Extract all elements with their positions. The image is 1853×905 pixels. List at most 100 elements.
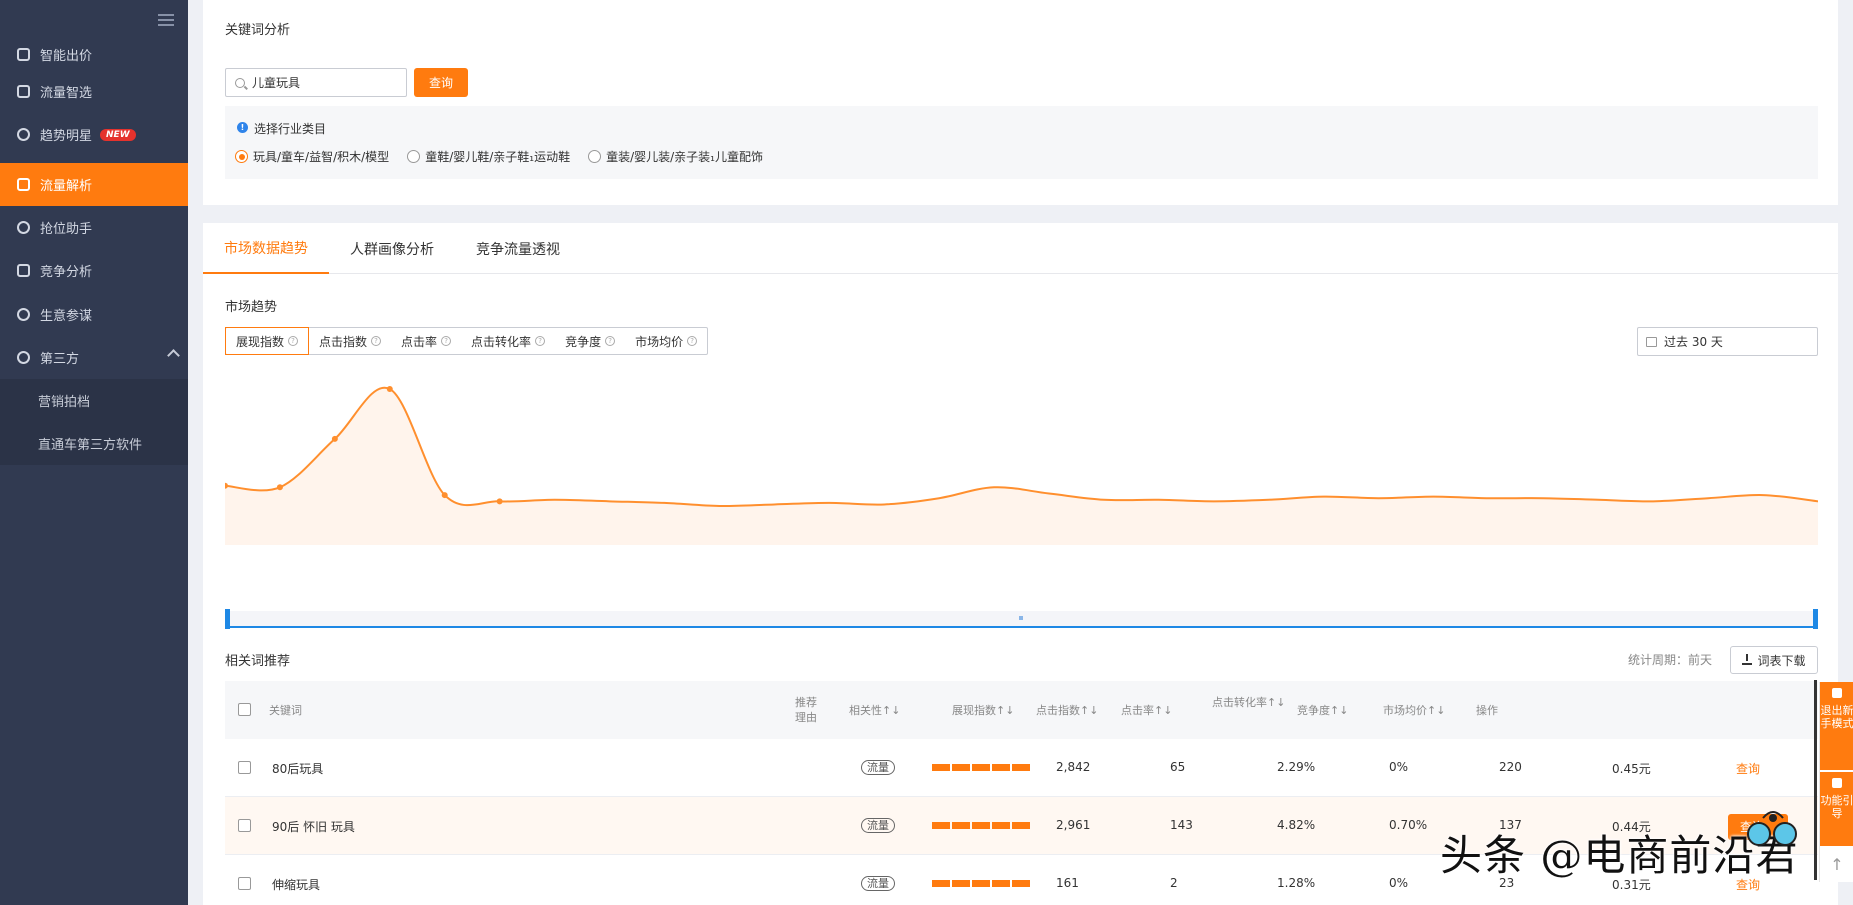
col-relevance[interactable]: 相关性↑↓	[849, 703, 900, 718]
chart-range-slider[interactable]	[225, 609, 1818, 629]
cell-cvr: 0%	[1389, 760, 1409, 774]
select-all-checkbox[interactable]	[238, 703, 251, 716]
trend-point[interactable]	[276, 484, 283, 491]
trend-area	[225, 387, 1818, 545]
row-query-link[interactable]: 查询	[1736, 760, 1760, 777]
new-badge: NEW	[100, 128, 136, 141]
related-keywords-title: 相关词推荐	[225, 654, 291, 669]
collapse-menu-icon[interactable]	[158, 14, 174, 28]
trend-point[interactable]	[331, 435, 338, 442]
help-icon: ?	[288, 336, 299, 346]
category-radio-clothing[interactable]: 童装/婴儿装/亲子装₁儿童配饰	[588, 148, 763, 165]
col-cvr[interactable]: 点击转化率↑↓	[1212, 695, 1292, 710]
radio-unchecked-icon	[588, 150, 602, 163]
col-competition[interactable]: 竞争度↑↓	[1297, 703, 1348, 718]
row-checkbox[interactable]	[238, 761, 251, 774]
sidebar-item-traffic-select[interactable]: 流量智选	[0, 70, 188, 113]
row-checkbox[interactable]	[238, 877, 251, 890]
stat-period: 统计周期：前天	[1628, 653, 1713, 667]
date-range-select[interactable]: 过去 30 天	[1637, 327, 1818, 356]
radio-label: 童鞋/婴儿鞋/亲子鞋₁运动鞋	[425, 150, 571, 164]
thirdparty-icon	[17, 351, 30, 364]
category-radio-shoes[interactable]: 童鞋/婴儿鞋/亲子鞋₁运动鞋	[407, 148, 570, 165]
row-checkbox[interactable]	[238, 819, 251, 832]
metric-competition[interactable]: 竞争度?	[555, 328, 625, 354]
metric-ctr[interactable]: 点击率?	[391, 328, 461, 354]
metric-impressions[interactable]: 展现指数?	[225, 327, 310, 355]
watermark-logo-icon	[1747, 811, 1797, 846]
sidebar: 智能出价 流量智选 趋势明星 NEW 流量解析 抢位助手 竞争分析 生意参谋 第…	[0, 0, 188, 905]
cell-impressions: 2,961	[1056, 818, 1091, 832]
sidebar-item-trend-star[interactable]: 趋势明星 NEW	[0, 113, 188, 156]
cell-cvr: 0%	[1389, 876, 1409, 890]
cell-avg-price: 0.45元	[1612, 762, 1651, 776]
col-ctr[interactable]: 点击率↑↓	[1121, 703, 1172, 718]
feature-guide-button[interactable]: 功能引导	[1820, 772, 1853, 846]
relevance-bar	[932, 822, 1032, 829]
sidebar-item-label: 第三方	[40, 352, 80, 367]
trend-point[interactable]	[441, 492, 448, 499]
tab-market-trend[interactable]: 市场数据趋势	[203, 223, 329, 274]
cell-tag: 流量	[861, 818, 895, 833]
date-range-value: 过去 30 天	[1664, 335, 1723, 349]
sidebar-item-traffic-analysis[interactable]: 流量解析	[0, 163, 188, 206]
cell-keyword: 80后玩具	[272, 762, 324, 776]
keyword-search-input[interactable]: 儿童玩具	[225, 68, 407, 97]
metric-cvr[interactable]: 点击转化率?	[461, 328, 555, 354]
sidebar-subitem-marketing-partner[interactable]: 营销拍档	[0, 379, 188, 422]
chevron-up-icon[interactable]	[167, 349, 180, 362]
exit-novice-mode-button[interactable]: 退出新手模式	[1820, 682, 1853, 770]
cell-ctr: 4.82%	[1277, 818, 1316, 832]
sidebar-item-label: 竞争分析	[40, 265, 93, 280]
sidebar-item-rank-helper[interactable]: 抢位助手	[0, 206, 188, 249]
col-avg-price[interactable]: 市场均价↑↓	[1383, 703, 1445, 718]
cell-clicks: 143	[1170, 818, 1193, 832]
vertical-scrollbar[interactable]	[1814, 680, 1817, 880]
metric-label: 点击指数	[319, 334, 368, 349]
radio-checked-icon	[235, 150, 248, 163]
exit-novice-label: 退出新手模式	[1820, 704, 1853, 730]
slider-right-handle[interactable]	[1813, 609, 1818, 629]
col-impressions[interactable]: 展现指数↑↓	[952, 703, 1014, 718]
cell-ctr: 1.28%	[1277, 876, 1316, 890]
download-icon	[1742, 654, 1753, 665]
metric-label: 点击率	[401, 334, 438, 349]
cell-clicks: 2	[1170, 876, 1178, 890]
help-icon: ?	[605, 336, 616, 346]
trend-point[interactable]	[496, 498, 503, 505]
sidebar-item-compete-analysis[interactable]: 竞争分析	[0, 249, 188, 292]
slider-center-grip[interactable]	[1019, 616, 1023, 620]
download-button[interactable]: 词表下载	[1730, 646, 1818, 674]
metric-avg-price[interactable]: 市场均价?	[625, 328, 707, 354]
back-to-top-icon[interactable]: ↑	[1820, 848, 1853, 882]
trend-line	[224, 386, 1819, 508]
cell-impressions: 161	[1056, 876, 1079, 890]
relevance-bar	[932, 764, 1032, 771]
col-action: 操作	[1476, 704, 1498, 717]
keyword-analysis-title: 关键词分析	[225, 23, 291, 38]
sidebar-subitem-third-party-software[interactable]: 直通车第三方软件	[0, 422, 188, 465]
table-row[interactable]: 80后玩具 流量 2,842 65 2.29% 0% 220 0.45元 查询	[225, 739, 1818, 797]
calendar-icon	[1646, 336, 1657, 347]
tab-audience-profile[interactable]: 人群画像分析	[329, 223, 455, 274]
metric-label: 展现指数	[236, 334, 285, 349]
col-clicks[interactable]: 点击指数↑↓	[1036, 703, 1098, 718]
market-trend-title: 市场趋势	[225, 300, 278, 315]
sidebar-item-third-party[interactable]: 第三方	[0, 336, 188, 379]
metric-label: 点击转化率	[471, 334, 532, 349]
tab-competition-traffic[interactable]: 竞争流量透视	[455, 223, 581, 274]
sidebar-item-label: 智能出价	[40, 49, 93, 64]
help-icon: ?	[535, 336, 546, 346]
slider-left-handle[interactable]	[225, 609, 230, 629]
search-icon	[235, 77, 245, 88]
sidebar-item-business-advisor[interactable]: 生意参谋	[0, 293, 188, 336]
query-button[interactable]: 查询	[414, 68, 468, 97]
category-radio-toys[interactable]: 玩具/童车/益智/积木/模型	[235, 148, 389, 165]
sidebar-item-label: 趋势明星	[40, 129, 93, 144]
radio-unchecked-icon	[407, 150, 421, 163]
table-header: 关键词 推荐理由 相关性↑↓ 展现指数↑↓ 点击指数↑↓ 点击率↑↓ 点击转化率…	[225, 681, 1818, 739]
trend-point[interactable]	[386, 386, 393, 392]
metric-clicks[interactable]: 点击指数?	[309, 328, 391, 354]
help-icon: ?	[441, 336, 452, 346]
rank-icon	[17, 221, 30, 234]
